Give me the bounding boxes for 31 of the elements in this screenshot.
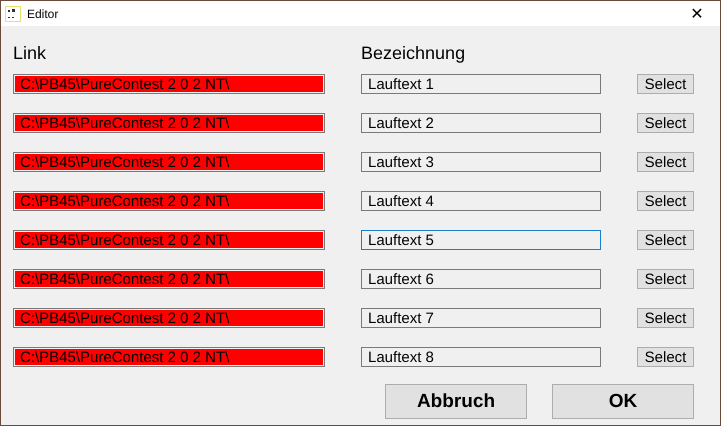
ok-button[interactable]: OK [552,384,694,419]
name-field[interactable]: Lauftext 3 [361,152,601,172]
select-button[interactable]: Select [637,269,694,289]
select-button[interactable]: Select [637,74,694,94]
app-icon [5,6,21,22]
close-button[interactable]: ✕ [674,1,720,26]
link-field[interactable]: C:\PB45\PureContest 2 0 2 NT\ [13,230,325,250]
column-header: Link [13,42,48,64]
name-field[interactable]: Lauftext 5 [361,230,601,250]
name-field[interactable]: Lauftext 6 [361,269,601,289]
link-field[interactable]: C:\PB45\PureContest 2 0 2 NT\ [13,347,325,367]
link-field[interactable]: C:\PB45\PureContest 2 0 2 NT\ [13,269,325,289]
select-button[interactable]: Select [637,308,694,328]
name-field[interactable]: Lauftext 1 [361,74,601,94]
select-button[interactable]: Select [637,113,694,133]
link-field[interactable]: C:\PB45\PureContest 2 0 2 NT\ [13,308,325,328]
column-header: Bezeichnung [361,42,466,64]
select-button[interactable]: Select [637,152,694,172]
name-field[interactable]: Lauftext 4 [361,191,601,211]
cancel-button[interactable]: Abbruch [385,384,527,419]
link-field[interactable]: C:\PB45\PureContest 2 0 2 NT\ [13,152,325,172]
select-button[interactable]: Select [637,230,694,250]
name-field[interactable]: Lauftext 7 [361,308,601,328]
link-field[interactable]: C:\PB45\PureContest 2 0 2 NT\ [13,113,325,133]
link-field[interactable]: C:\PB45\PureContest 2 0 2 NT\ [13,74,325,94]
name-field[interactable]: Lauftext 8 [361,347,601,367]
name-field[interactable]: Lauftext 2 [361,113,601,133]
window-title: Editor [27,6,60,20]
select-button[interactable]: Select [637,347,694,367]
select-button[interactable]: Select [637,191,694,211]
link-field[interactable]: C:\PB45\PureContest 2 0 2 NT\ [13,191,325,211]
